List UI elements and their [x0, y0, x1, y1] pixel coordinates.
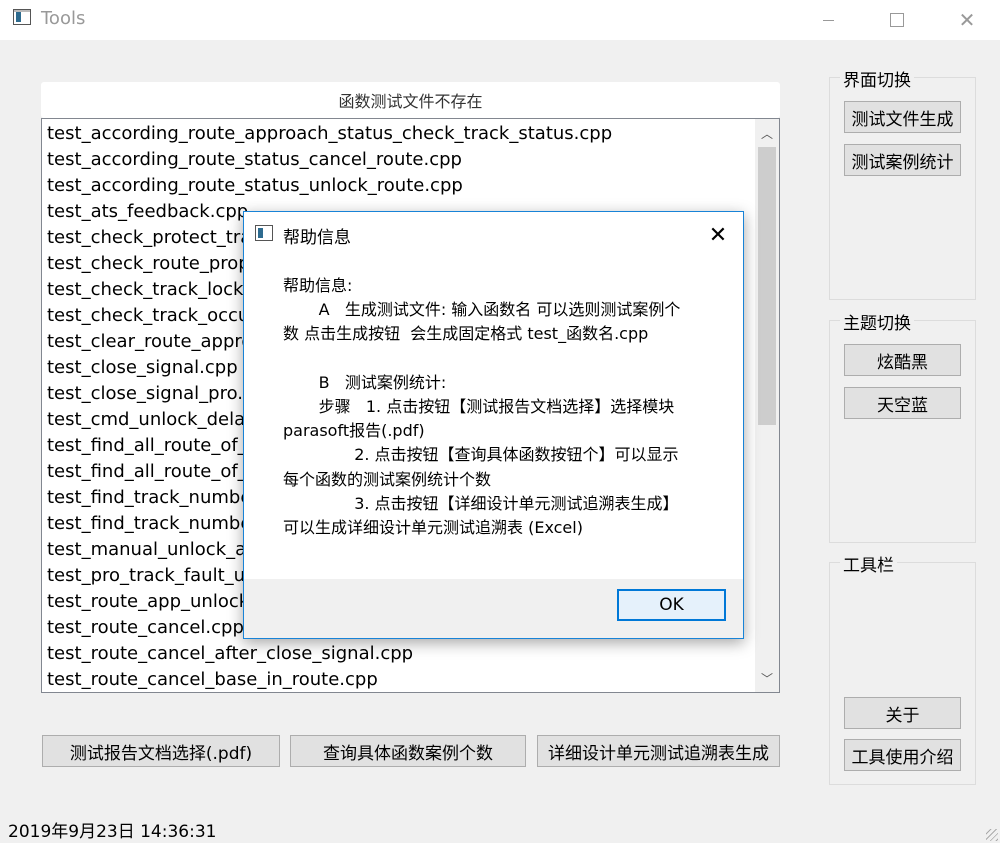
dialog-message-line: 3. 点击按钮【详细设计单元测试追溯表生成】: [283, 493, 679, 513]
test-case-stats-button[interactable]: 测试案例统计: [844, 144, 961, 176]
file-list-item[interactable]: test_according_route_approach_status_che…: [42, 121, 779, 147]
about-button[interactable]: 关于: [844, 697, 961, 729]
minimize-button[interactable]: [805, 0, 851, 40]
dialog-message-line: 数 点击生成按钮 会生成固定格式 test_函数名.cpp: [283, 324, 649, 344]
dialog-app-icon: [255, 225, 273, 241]
test-file-generate-button[interactable]: 测试文件生成: [844, 101, 961, 133]
dialog-message-line: B 测试案例统计:: [283, 372, 447, 392]
dialog-message-line: 步骤 1. 点击按钮【测试报告文档选择】选择模块: [283, 397, 675, 416]
trace-table-button[interactable]: 详细设计单元测试追溯表生成: [537, 735, 780, 767]
file-list-item[interactable]: test_route_cancel_base_in_route.cpp: [42, 667, 779, 692]
query-count-button[interactable]: 查询具体函数案例个数: [290, 735, 526, 767]
chevron-up-icon: ︿: [760, 126, 773, 141]
dialog-message-line: 每个函数的测试案例统计个数: [283, 469, 492, 489]
close-button[interactable]: ✕: [944, 0, 990, 40]
ui-switch-title: 界面切换: [840, 66, 914, 91]
dialog-message-line: [283, 347, 728, 371]
dialog-close-button[interactable]: ✕: [704, 221, 732, 249]
theme-sky-blue-button[interactable]: 天空蓝: [844, 387, 961, 419]
file-list-item[interactable]: test_route_cancel_after_close_signal.cpp: [42, 641, 779, 667]
window-title: Tools: [41, 8, 86, 29]
dialog-message: 帮助信息: A 生成测试文件: 输入函数名 可以选则测试案例个数 点击生成按钮 …: [283, 274, 728, 540]
status-datetime: 2019年9月23日 14:36:31: [8, 822, 217, 842]
theme-switch-title: 主题切换: [840, 309, 914, 334]
ok-button[interactable]: OK: [617, 589, 726, 621]
resize-grip[interactable]: [986, 829, 998, 841]
dialog-title: 帮助信息: [283, 228, 351, 248]
scrollbar-thumb[interactable]: [758, 147, 776, 425]
theme-dark-button[interactable]: 炫酷黑: [844, 344, 961, 376]
close-icon: ✕: [958, 8, 976, 32]
toolbar-title: 工具栏: [840, 551, 897, 576]
dialog-message-line: 可以生成详细设计单元测试追溯表 (Excel): [283, 518, 583, 538]
maximize-icon: [890, 13, 904, 27]
status-header-label: 函数测试文件不存在: [41, 82, 780, 118]
report-select-button[interactable]: 测试报告文档选择(.pdf): [42, 735, 280, 767]
dialog-message-line: 2. 点击按钮【查询具体函数按钮个】可以显示: [283, 445, 679, 465]
close-icon: ✕: [708, 222, 728, 248]
file-list-item[interactable]: test_according_route_status_cancel_route…: [42, 147, 779, 173]
maximize-button[interactable]: [874, 0, 920, 40]
dialog-footer: OK: [244, 579, 743, 638]
help-dialog: 帮助信息 ✕ 帮助信息: A 生成测试文件: 输入函数名 可以选则测试案例个数 …: [243, 211, 744, 639]
minimize-icon: [822, 19, 834, 21]
vertical-scrollbar[interactable]: ︿ ﹀: [755, 119, 779, 692]
file-list-item[interactable]: test_according_route_status_unlock_route…: [42, 173, 779, 199]
dialog-message-line: A 生成测试文件: 输入函数名 可以选则测试案例个: [283, 300, 681, 320]
window-titlebar: Tools ✕: [0, 0, 1000, 40]
app-icon: [13, 9, 31, 25]
scroll-up-button[interactable]: ︿: [755, 119, 779, 147]
chevron-down-icon: ﹀: [760, 671, 773, 686]
scroll-down-button[interactable]: ﹀: [755, 664, 779, 692]
tool-usage-guide-button[interactable]: 工具使用介绍: [844, 739, 961, 771]
dialog-message-line: 帮助信息:: [283, 276, 353, 295]
dialog-message-line: parasoft报告(.pdf): [283, 421, 425, 441]
dialog-titlebar: 帮助信息 ✕: [244, 212, 743, 256]
